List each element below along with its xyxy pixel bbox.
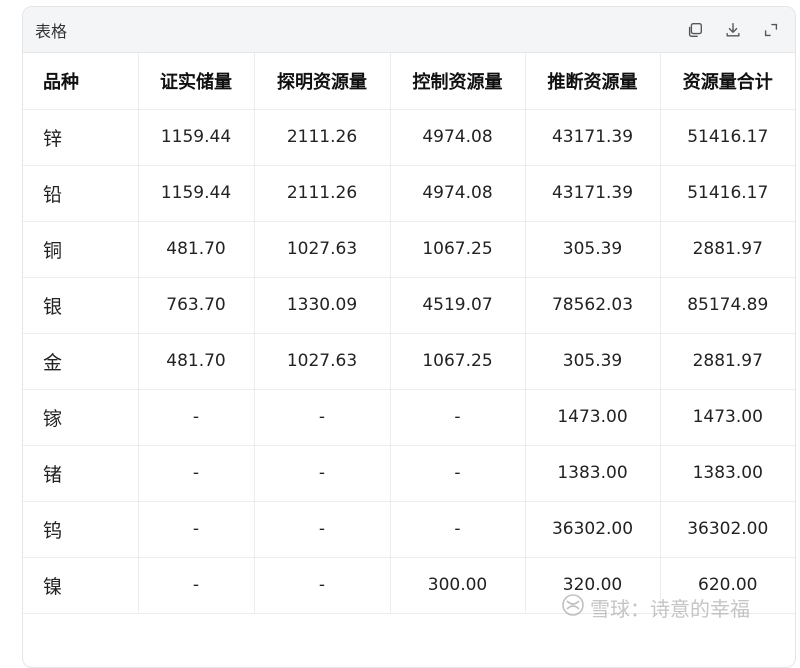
table-cell: - <box>138 501 255 558</box>
table-cell: 620.00 <box>660 557 795 614</box>
table-card: 表格 品种 证实储量 探明资源量 控制资源量 推断资源量 资源量合计 锌 115… <box>22 6 796 668</box>
table-cell: 镍 <box>23 557 139 614</box>
table-cell: 1067.25 <box>390 333 526 390</box>
table-cell: 1330.09 <box>254 277 391 334</box>
table-cell: 1159.44 <box>138 109 255 166</box>
table-cell: 2881.97 <box>660 221 795 278</box>
table-cell: 1067.25 <box>390 221 526 278</box>
column-header: 推断资源量 <box>525 53 661 110</box>
column-header: 控制资源量 <box>390 53 526 110</box>
table-cell: - <box>138 557 255 614</box>
table-row: 锗 - - - 1383.00 1383.00 <box>23 445 795 502</box>
table-cell: 85174.89 <box>660 277 795 334</box>
table-cell: - <box>390 445 526 502</box>
table-cell: 2111.26 <box>254 165 391 222</box>
column-header: 探明资源量 <box>254 53 391 110</box>
column-header: 证实储量 <box>138 53 255 110</box>
table-cell: 1473.00 <box>525 389 661 446</box>
table-cell: - <box>254 501 391 558</box>
column-header: 品种 <box>23 53 139 110</box>
table-cell: 4974.08 <box>390 109 526 166</box>
table-cell: - <box>390 389 526 446</box>
copy-icon[interactable] <box>685 20 705 40</box>
table-cell: 43171.39 <box>525 165 661 222</box>
table-cell: - <box>254 445 391 502</box>
table-row: 镓 - - - 1473.00 1473.00 <box>23 389 795 446</box>
table-cell: 铜 <box>23 221 139 278</box>
table-cell: 1473.00 <box>660 389 795 446</box>
table-cell: 1159.44 <box>138 165 255 222</box>
table-row: 铜 481.70 1027.63 1067.25 305.39 2881.97 <box>23 221 795 278</box>
table-row: 锌 1159.44 2111.26 4974.08 43171.39 51416… <box>23 109 795 166</box>
download-icon[interactable] <box>723 20 743 40</box>
table-cell: 481.70 <box>138 221 255 278</box>
table-cell: 43171.39 <box>525 109 661 166</box>
table-cell: - <box>390 501 526 558</box>
card-title: 表格 <box>35 21 68 41</box>
column-header: 资源量合计 <box>660 53 795 110</box>
table-row: 镍 - - 300.00 320.00 620.00 <box>23 557 795 614</box>
table-cell: 银 <box>23 277 139 334</box>
table-cell: 51416.17 <box>660 109 795 166</box>
table-cell: - <box>138 389 255 446</box>
table-cell: 1383.00 <box>525 445 661 502</box>
table-cell: 镓 <box>23 389 139 446</box>
table-cell: 320.00 <box>525 557 661 614</box>
table-cell: 481.70 <box>138 333 255 390</box>
table-row: 钨 - - - 36302.00 36302.00 <box>23 501 795 558</box>
table-cell: 36302.00 <box>525 501 661 558</box>
table-cell: 36302.00 <box>660 501 795 558</box>
table-cell: 铅 <box>23 165 139 222</box>
table-cell: 300.00 <box>390 557 526 614</box>
table-cell: 2881.97 <box>660 333 795 390</box>
table-cell: 锗 <box>23 445 139 502</box>
table-cell: 1027.63 <box>254 221 391 278</box>
toolbar <box>685 20 781 40</box>
data-table: 品种 证实储量 探明资源量 控制资源量 推断资源量 资源量合计 锌 1159.4… <box>23 53 795 614</box>
table-cell: 1027.63 <box>254 333 391 390</box>
table-cell: - <box>254 557 391 614</box>
table-cell: - <box>254 389 391 446</box>
table-row: 铅 1159.44 2111.26 4974.08 43171.39 51416… <box>23 165 795 222</box>
table-cell: 1383.00 <box>660 445 795 502</box>
table-cell: 4519.07 <box>390 277 526 334</box>
table-cell: 锌 <box>23 109 139 166</box>
table-cell: 4974.08 <box>390 165 526 222</box>
table-cell: 51416.17 <box>660 165 795 222</box>
expand-icon[interactable] <box>761 20 781 40</box>
table-cell: 2111.26 <box>254 109 391 166</box>
table-header-row: 品种 证实储量 探明资源量 控制资源量 推断资源量 资源量合计 <box>23 53 795 110</box>
table-cell: 305.39 <box>525 333 661 390</box>
table-row: 金 481.70 1027.63 1067.25 305.39 2881.97 <box>23 333 795 390</box>
card-header: 表格 <box>23 7 795 53</box>
table-cell: 763.70 <box>138 277 255 334</box>
table-cell: 78562.03 <box>525 277 661 334</box>
table-cell: 金 <box>23 333 139 390</box>
table-cell: 钨 <box>23 501 139 558</box>
table-row: 银 763.70 1330.09 4519.07 78562.03 85174.… <box>23 277 795 334</box>
table-cell: 305.39 <box>525 221 661 278</box>
table-cell: - <box>138 445 255 502</box>
